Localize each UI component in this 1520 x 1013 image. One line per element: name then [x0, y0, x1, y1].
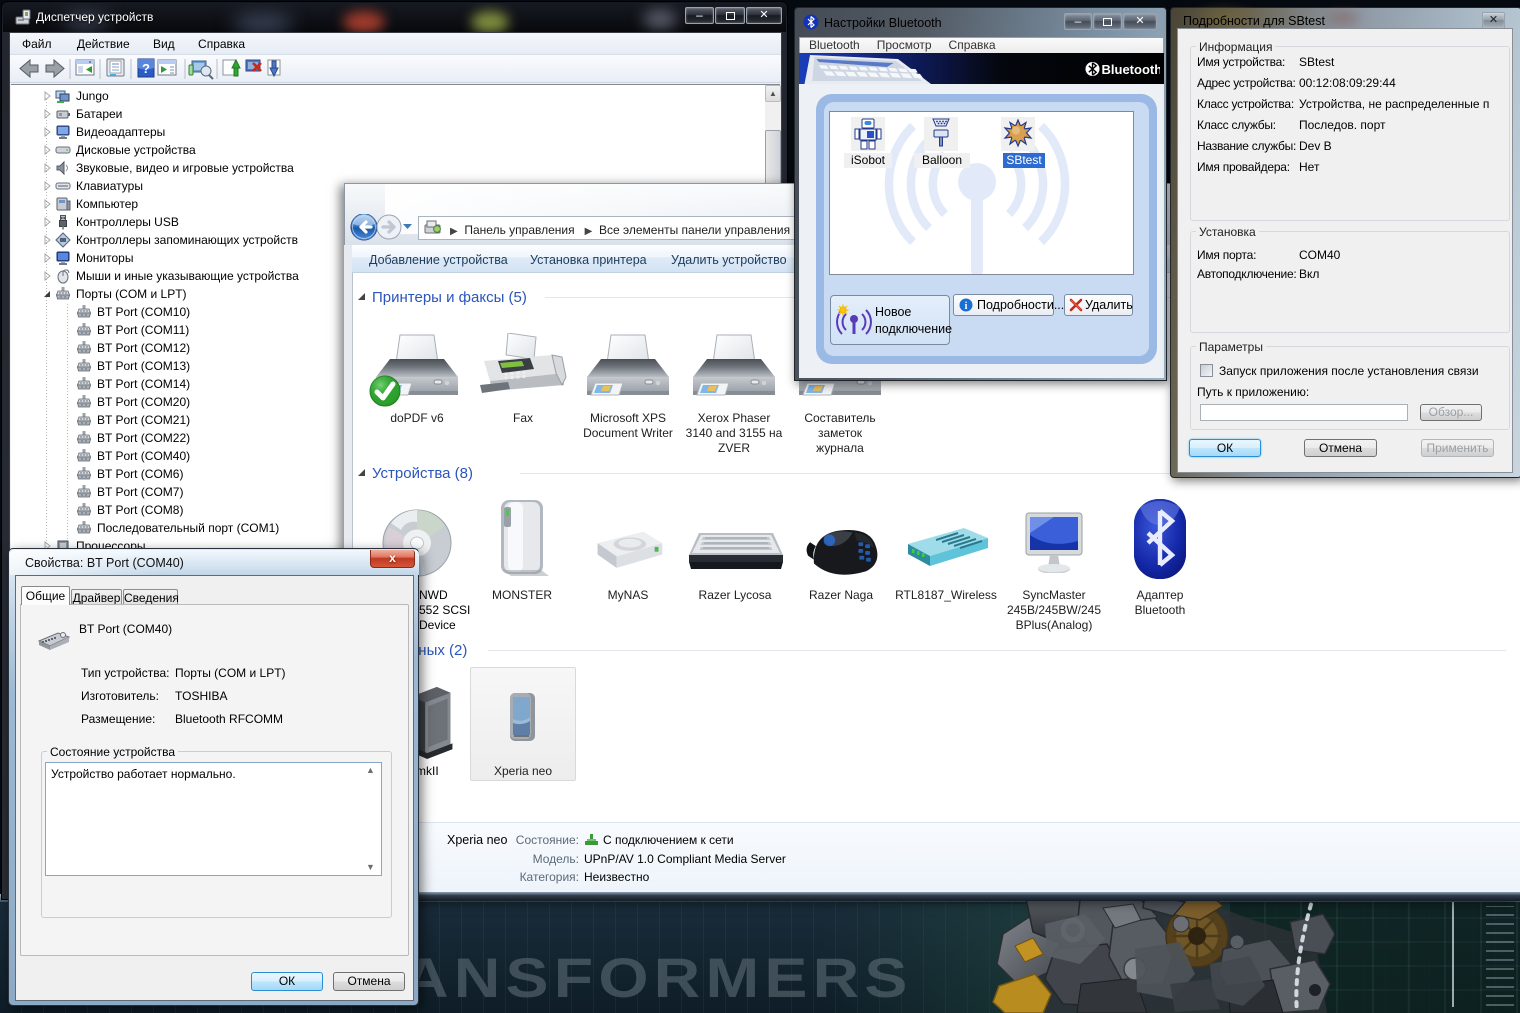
- svg-text:Bluetooth: Bluetooth: [1102, 62, 1161, 77]
- svg-text:?: ?: [142, 61, 150, 76]
- svg-text:i: i: [965, 301, 968, 312]
